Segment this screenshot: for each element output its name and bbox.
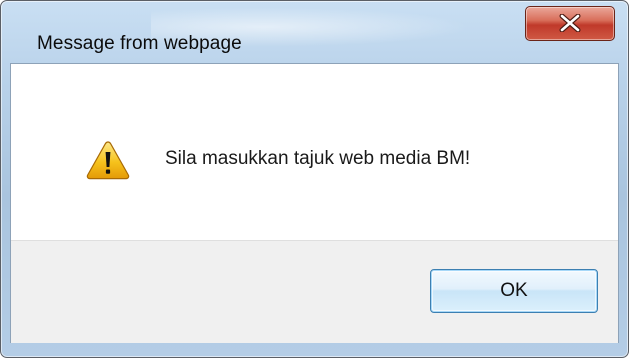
ok-button[interactable]: OK (430, 269, 598, 313)
title-bar[interactable]: Message from webpage (1, 1, 628, 61)
button-area: OK (11, 240, 618, 343)
close-button[interactable] (525, 6, 615, 41)
message-area: Sila masukkan tajuk web media BM! (11, 64, 618, 240)
window-bottom-border (1, 342, 628, 357)
dialog-window: Message from webpage Sila masukkan tajuk… (0, 0, 629, 358)
message-text: Sila masukkan tajuk web media BM! (165, 148, 471, 169)
dialog-content: Sila masukkan tajuk web media BM! OK (10, 63, 619, 343)
warning-icon (86, 141, 130, 180)
close-icon (559, 14, 581, 32)
dialog-title: Message from webpage (37, 33, 242, 54)
